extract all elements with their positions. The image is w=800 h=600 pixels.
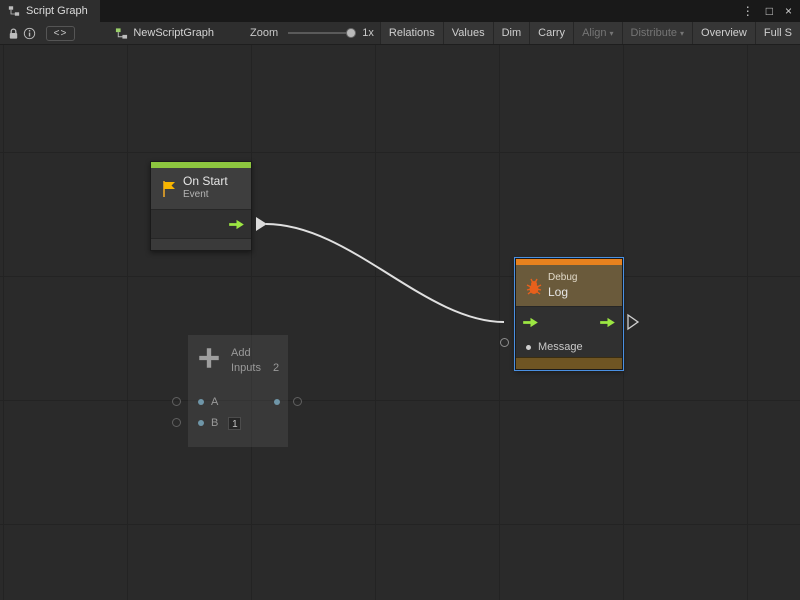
script-graph-icon — [8, 5, 20, 17]
on-start-output-port[interactable] — [228, 219, 245, 230]
on-start-port-row — [151, 210, 251, 238]
code-icon[interactable]: <> — [46, 26, 76, 41]
zoom-value: 1x — [362, 27, 374, 39]
debug-output-hint-arrow — [628, 315, 638, 329]
dim-button[interactable]: Dim — [493, 22, 530, 45]
fullscreen-button[interactable]: Full S — [755, 22, 800, 45]
zoom-label: Zoom — [250, 27, 278, 39]
overview-button[interactable]: Overview — [692, 22, 755, 45]
debug-output-port[interactable] — [599, 317, 616, 328]
zoom-knob[interactable] — [346, 28, 356, 38]
add-label-line1: Add — [231, 346, 279, 361]
tab-title: Script Graph — [26, 5, 88, 17]
graph-canvas[interactable]: On Start Event Debug — [0, 45, 800, 600]
message-port[interactable] — [526, 345, 531, 350]
wire-start-arrow — [256, 217, 267, 231]
wire-layer — [0, 45, 800, 600]
row-a-output-ring[interactable] — [293, 397, 302, 406]
graph-toolbar: <> NewScriptGraph Zoom 1x Relations Valu… — [0, 22, 800, 45]
node-category: Debug — [548, 271, 622, 285]
message-label: Message — [538, 341, 583, 353]
plus-icon — [196, 345, 222, 371]
on-start-node[interactable]: On Start Event — [150, 161, 252, 251]
align-button[interactable]: Align▾ — [573, 22, 621, 45]
debug-title-bar: Debug Log — [516, 265, 622, 307]
distribute-button[interactable]: Distribute▾ — [622, 22, 692, 45]
port-dot[interactable] — [198, 420, 204, 426]
on-start-title-bar: On Start Event — [151, 168, 251, 210]
node-title: On Start — [183, 174, 251, 188]
lock-icon[interactable] — [6, 22, 22, 45]
row-b-label: B — [211, 417, 218, 429]
toolbar-button-group: Relations Values Dim Carry Align▾ Distri… — [380, 22, 800, 45]
window-controls: ⋮ □ × — [742, 0, 800, 22]
chevron-down-icon: ▾ — [610, 29, 614, 38]
carry-button[interactable]: Carry — [529, 22, 573, 45]
debug-input-port[interactable] — [522, 317, 539, 328]
chevron-down-icon: ▾ — [680, 29, 684, 38]
tab-script-graph[interactable]: Script Graph — [0, 0, 100, 22]
row-b-connection-ring[interactable] — [172, 418, 181, 427]
add-inputs-title: Add Inputs 2 — [196, 345, 279, 376]
relations-button[interactable]: Relations — [380, 22, 443, 45]
script-graph-window: Script Graph ⋮ □ × <> NewScriptGraph Zoo… — [0, 0, 800, 600]
add-inputs-count: 2 — [273, 362, 279, 374]
graph-asset-icon — [115, 27, 128, 40]
zoom-slider[interactable] — [288, 32, 354, 34]
graph-name-label: NewScriptGraph — [133, 27, 214, 39]
connection-wire[interactable] — [266, 224, 504, 322]
add-label-line2: Inputs — [231, 362, 261, 374]
message-connection-ring[interactable] — [500, 338, 509, 347]
on-start-footer — [151, 238, 251, 250]
close-button[interactable]: × — [785, 0, 792, 22]
preview-row-a: A — [198, 395, 218, 409]
row-a-connection-ring[interactable] — [172, 397, 181, 406]
debug-port-row — [516, 307, 622, 337]
graph-name[interactable]: NewScriptGraph — [115, 27, 214, 40]
values-button[interactable]: Values — [443, 22, 493, 45]
debug-log-node[interactable]: Debug Log Message — [515, 258, 623, 370]
debug-footer — [516, 357, 622, 369]
node-title: Log — [548, 285, 622, 299]
add-inputs-preview-node[interactable]: Add Inputs 2 A B 1 — [188, 335, 288, 447]
flag-icon — [159, 179, 179, 199]
window-menu-button[interactable]: ⋮ — [742, 0, 754, 22]
row-b-value-field[interactable]: 1 — [228, 417, 241, 430]
bug-icon — [524, 276, 544, 296]
node-subtitle: Event — [183, 188, 251, 202]
titlebar: Script Graph ⋮ □ × — [0, 0, 800, 22]
preview-row-b: B 1 — [198, 416, 241, 430]
maximize-button[interactable]: □ — [766, 0, 773, 22]
port-dot[interactable] — [274, 399, 280, 405]
debug-message-row: Message — [516, 337, 622, 357]
row-a-label: A — [211, 396, 218, 408]
port-dot[interactable] — [198, 399, 204, 405]
info-icon[interactable] — [22, 22, 38, 45]
